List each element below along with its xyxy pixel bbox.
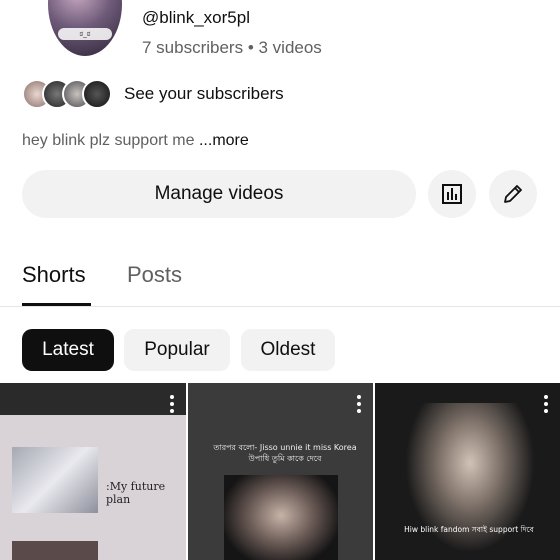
- filter-chip-label: Oldest: [260, 339, 316, 360]
- more-options-icon[interactable]: [357, 395, 361, 413]
- short-thumbnail[interactable]: :My future plan: [0, 383, 186, 560]
- thumbnail-image: [12, 541, 98, 560]
- filter-chip-latest[interactable]: Latest: [22, 329, 114, 371]
- thumbnail-image: [12, 447, 98, 513]
- thumbnail-text: :My future plan: [106, 480, 166, 506]
- channel-handle: @blink_xor5pl: [142, 8, 250, 27]
- filter-chip-oldest[interactable]: Oldest: [241, 329, 335, 371]
- short-thumbnail[interactable]: Hiw blink fandom সবাই support দিবে: [375, 383, 560, 560]
- thumbnail-top-bar: [0, 383, 186, 415]
- channel-stats: 7 subscribers • 3 videos: [142, 38, 322, 57]
- see-subscribers-label: See your subscribers: [124, 84, 284, 103]
- manage-videos-button[interactable]: Manage videos: [22, 170, 416, 218]
- thumbnail-text: তারপর বলো- Jisso unnie it miss Korea উপা…: [213, 443, 357, 463]
- manage-videos-label: Manage videos: [154, 183, 284, 204]
- subscriber-avatar: [82, 79, 112, 109]
- bar-chart-icon: [442, 184, 462, 204]
- filter-chip-popular[interactable]: Popular: [124, 329, 230, 371]
- channel-description[interactable]: hey blink plz support me ...more: [22, 132, 249, 150]
- thumbnail-image: [224, 475, 338, 560]
- more-link[interactable]: ...more: [199, 132, 249, 149]
- filter-chip-label: Popular: [144, 339, 210, 360]
- tab-selected-indicator: [22, 303, 91, 306]
- avatar-sticker: ಠ_ಠ: [58, 28, 112, 40]
- channel-tabs: Shorts Posts: [0, 250, 560, 307]
- short-thumbnail[interactable]: তারপর বলো- Jisso unnie it miss Korea উপা…: [188, 383, 373, 560]
- description-text: hey blink plz support me: [22, 132, 199, 149]
- see-subscribers-row[interactable]: See your subscribers: [22, 77, 284, 111]
- pencil-icon: [504, 185, 522, 203]
- edit-channel-button[interactable]: [489, 170, 537, 218]
- filter-chip-label: Latest: [42, 339, 94, 360]
- thumbnail-text: Hiw blink fandom সবাই support দিবে: [404, 525, 534, 534]
- more-options-icon[interactable]: [170, 395, 174, 413]
- analytics-button[interactable]: [428, 170, 476, 218]
- more-options-icon[interactable]: [544, 395, 548, 413]
- tab-posts[interactable]: Posts: [127, 262, 182, 288]
- tab-shorts[interactable]: Shorts: [22, 262, 86, 288]
- channel-avatar[interactable]: ಠ_ಠ: [48, 0, 122, 56]
